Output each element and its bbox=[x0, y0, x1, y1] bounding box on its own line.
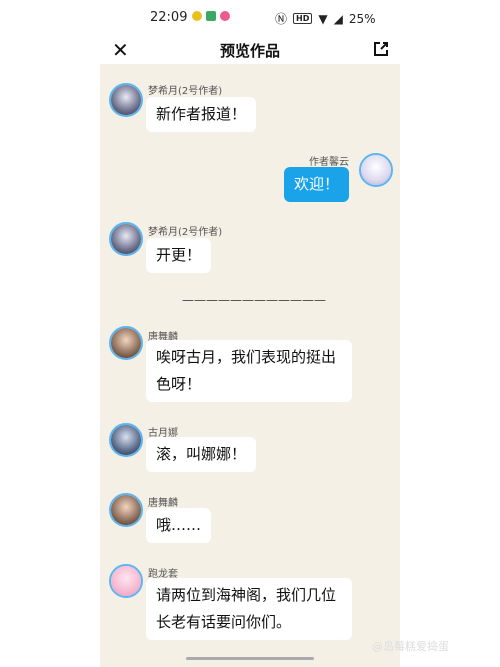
avatar[interactable] bbox=[109, 564, 143, 598]
phone-screen: 22:09 Ⓝ HD ▼ ◢ 25% ✕ 预览作品 梦希月(2号作者) 新作者报… bbox=[100, 0, 400, 667]
avatar[interactable] bbox=[109, 493, 143, 527]
section-divider: ———————————— bbox=[182, 293, 326, 307]
status-right: Ⓝ HD ▼ ◢ 25% bbox=[275, 10, 376, 27]
hd-badge: HD bbox=[293, 13, 313, 24]
watermark: @岛莓糕爱捣蛋 bbox=[372, 640, 449, 653]
status-time: 22:09 bbox=[150, 10, 188, 25]
close-icon[interactable]: ✕ bbox=[112, 38, 129, 62]
app-notification-icon bbox=[220, 11, 230, 21]
avatar[interactable] bbox=[109, 423, 143, 457]
message-bubble[interactable]: 唉呀古月，我们表现的挺出色呀！ bbox=[146, 340, 352, 402]
battery-text: 25% bbox=[348, 11, 376, 26]
avatar[interactable] bbox=[109, 222, 143, 256]
nfc-icon: Ⓝ bbox=[275, 12, 288, 26]
message-bubble[interactable]: 开更！ bbox=[146, 238, 212, 273]
wifi-icon: ▼ bbox=[318, 11, 328, 26]
message-bubble[interactable]: 请两位到海神阁，我们几位长老有话要问你们。 bbox=[146, 578, 352, 640]
sender-name: 梦希月(2号作者) bbox=[148, 227, 223, 238]
signal-icon: ◢ bbox=[333, 11, 343, 26]
chat-area[interactable]: 梦希月(2号作者) 新作者报道！ 作者馨云 欢迎！ 梦希月(2号作者) 开更！ … bbox=[100, 64, 400, 667]
avatar[interactable] bbox=[109, 83, 143, 117]
message-bubble[interactable]: 新作者报道！ bbox=[146, 97, 257, 132]
avatar[interactable] bbox=[109, 326, 143, 360]
gesture-bar[interactable] bbox=[186, 657, 314, 660]
top-bar: ✕ 预览作品 bbox=[100, 36, 400, 64]
message-bubble[interactable]: 哦…… bbox=[146, 508, 212, 543]
sender-name: 唐舞麟 bbox=[148, 498, 178, 509]
sender-name: 作者馨云 bbox=[309, 157, 349, 168]
share-icon[interactable] bbox=[372, 40, 390, 58]
status-bar: 22:09 Ⓝ HD ▼ ◢ 25% bbox=[100, 0, 400, 36]
message-bubble[interactable]: 欢迎！ bbox=[284, 167, 350, 202]
message-bubble[interactable]: 滚，叫娜娜！ bbox=[146, 437, 257, 472]
app-notification-icon bbox=[206, 11, 216, 21]
sender-name: 梦希月(2号作者) bbox=[148, 86, 223, 97]
app-notification-icon bbox=[192, 11, 202, 21]
avatar[interactable] bbox=[359, 153, 393, 187]
page-title: 预览作品 bbox=[219, 41, 280, 60]
notification-icons bbox=[192, 11, 230, 21]
